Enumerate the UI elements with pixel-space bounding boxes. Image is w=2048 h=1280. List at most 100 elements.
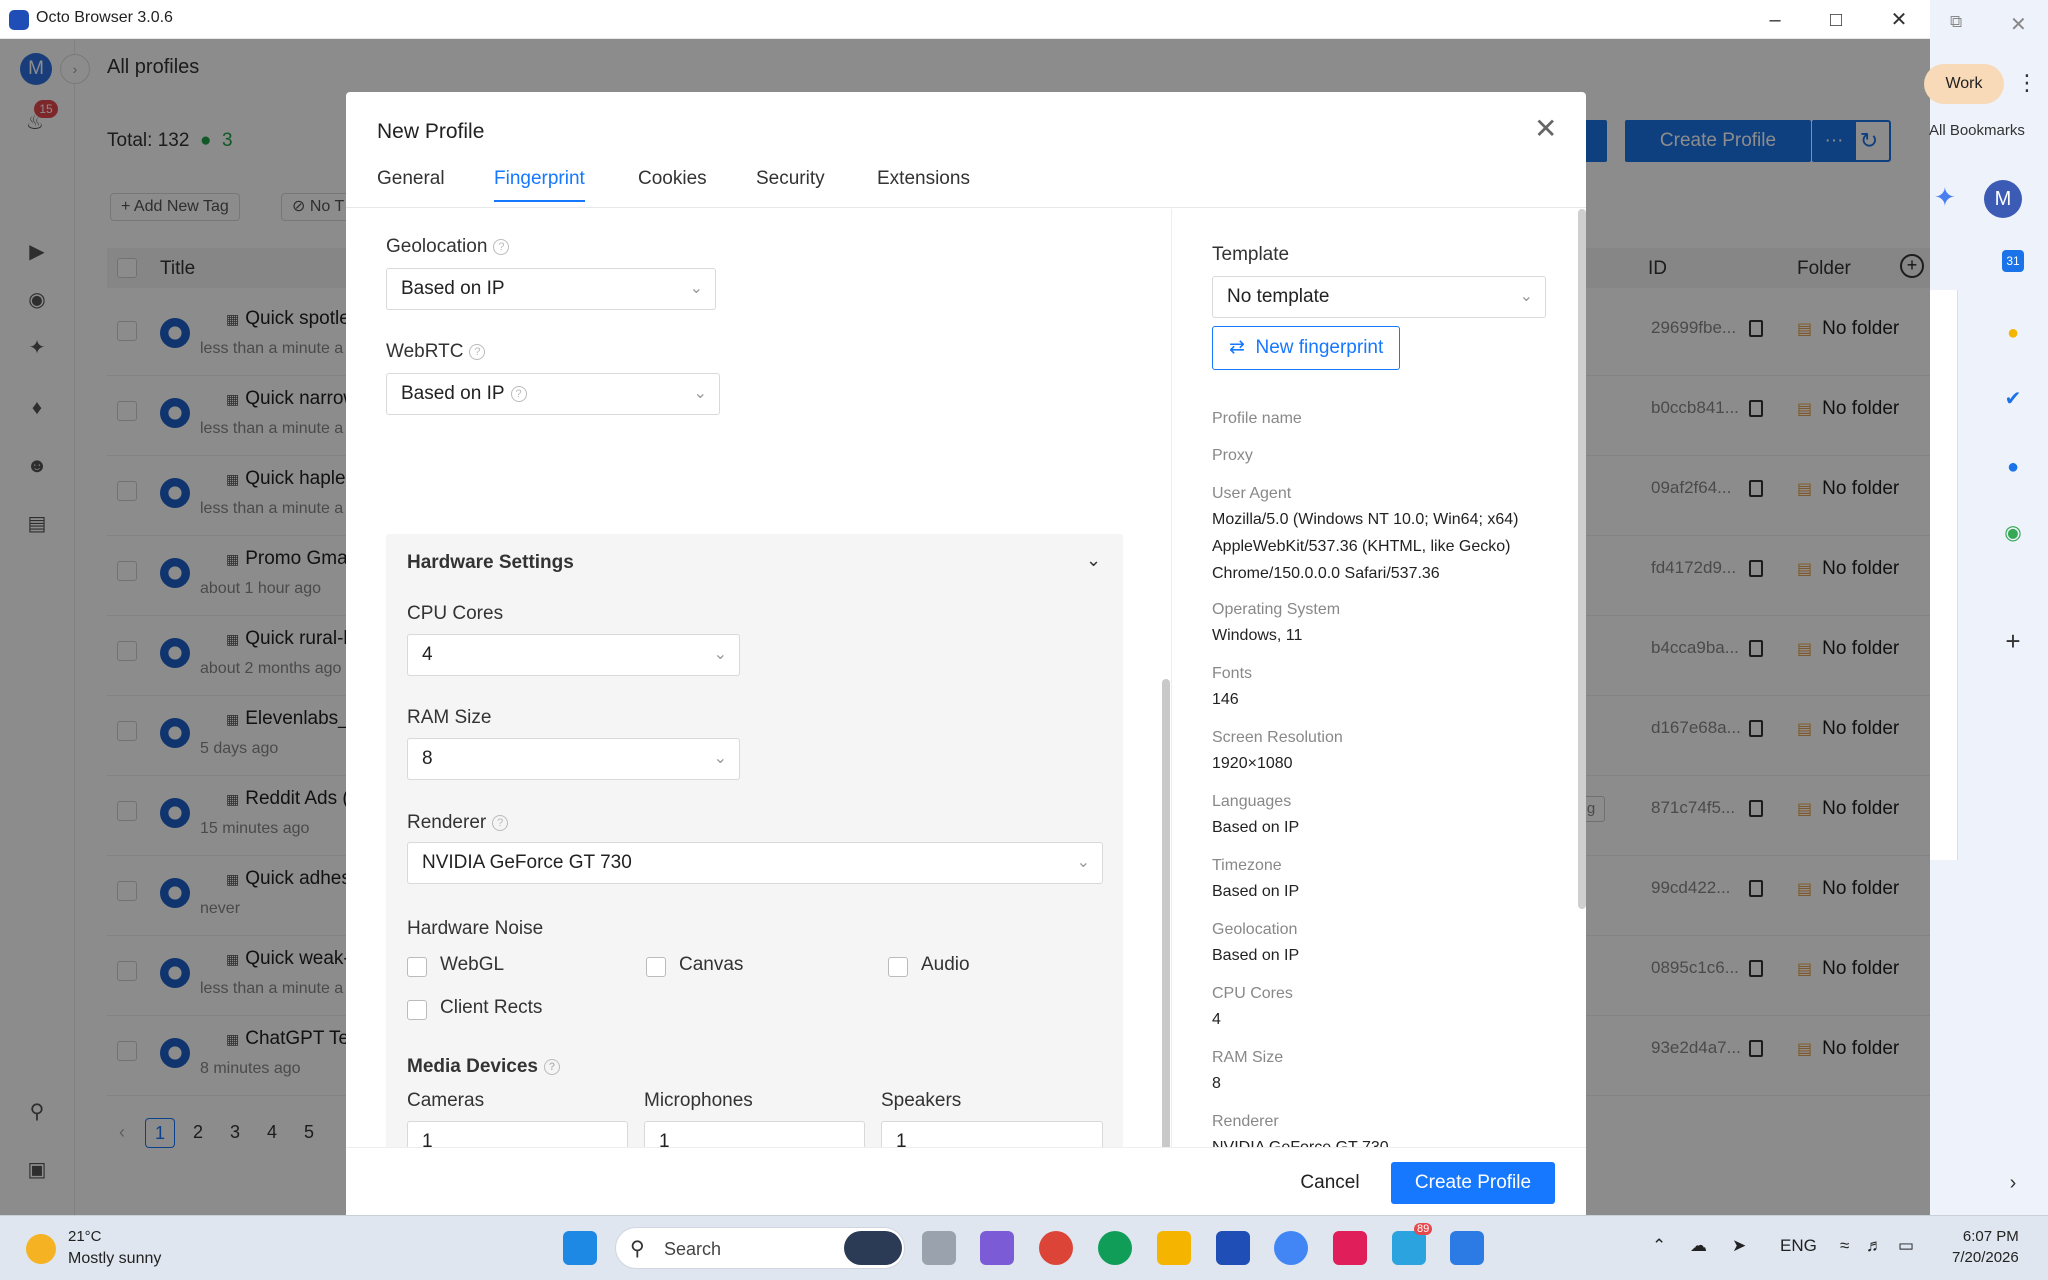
chevron-down-icon: ⌄ xyxy=(693,385,707,402)
summary-user-agent-line1: Mozilla/5.0 (Windows NT 10.0; Win64; x64… xyxy=(1212,511,1519,528)
renderer-label: Renderer? xyxy=(407,812,509,834)
tray-chevron-icon[interactable]: ⌃ xyxy=(1652,1236,1666,1256)
help-icon[interactable]: ? xyxy=(493,238,510,255)
clock-time: 6:07 PM xyxy=(1962,1228,2019,1245)
summary-lang-label: Languages xyxy=(1212,793,1292,810)
microphones-input[interactable]: 1 xyxy=(644,1121,865,1149)
search-placeholder: Search xyxy=(664,1239,722,1259)
summary-cpu-value: 4 xyxy=(1212,1011,1221,1028)
microphones-label: Microphones xyxy=(644,1090,753,1111)
volume-icon[interactable]: ♬ xyxy=(1866,1236,1883,1256)
taskbar-search[interactable]: ⚲ Search xyxy=(615,1227,905,1269)
chrome-h-icon[interactable] xyxy=(1274,1231,1308,1265)
summary-ram-label: RAM Size xyxy=(1212,1049,1284,1066)
create-profile-button[interactable]: Create Profile xyxy=(1391,1162,1555,1204)
tab-cookies[interactable]: Cookies xyxy=(638,168,707,200)
kebab-menu-icon[interactable]: ⋮ xyxy=(2016,70,2038,96)
cameras-input[interactable]: 1 xyxy=(407,1121,628,1149)
ram-label: RAM Size xyxy=(407,707,492,728)
summary-tz-label: Timezone xyxy=(1212,857,1282,874)
chevron-down-icon: ⌄ xyxy=(1519,288,1533,305)
m365-copilot-icon[interactable] xyxy=(980,1231,1014,1265)
all-bookmarks[interactable]: All Bookmarks xyxy=(1929,122,2025,139)
wifi-icon[interactable]: ≈ xyxy=(1840,1236,1849,1256)
chrome-profile-icon[interactable] xyxy=(1098,1231,1132,1265)
tasks-icon[interactable]: ✔ xyxy=(1998,384,2028,414)
webgl-checkbox[interactable] xyxy=(407,957,427,977)
new-fingerprint-button[interactable]: ⇄ New fingerprint xyxy=(1212,326,1401,370)
summary-fonts-label: Fonts xyxy=(1212,665,1253,682)
cancel-button[interactable]: Cancel xyxy=(1280,1162,1380,1204)
canvas-label: Canvas xyxy=(679,954,744,975)
windows-taskbar: 21°C Mostly sunny ⚲ Search 89 ⌃ ☁ ➤ ENG … xyxy=(0,1215,2048,1280)
template-select[interactable]: No template ⌄ xyxy=(1212,276,1546,318)
close-window-icon[interactable]: ✕ xyxy=(1869,6,1929,34)
summary-os-value: Windows, 11 xyxy=(1212,627,1303,644)
keep-bulb-icon[interactable]: ● xyxy=(1998,318,2028,348)
speakers-input[interactable]: 1 xyxy=(881,1121,1103,1149)
chevron-down-icon: ⌄ xyxy=(689,280,703,297)
contacts-icon[interactable]: ● xyxy=(1998,452,2028,482)
tab-general[interactable]: General xyxy=(377,168,445,200)
location-icon[interactable]: ➤ xyxy=(1732,1236,1746,1256)
webrtc-value: Based on IP xyxy=(401,383,505,404)
work-profile-chip[interactable]: Work xyxy=(1924,64,2004,104)
new-fingerprint-label: New fingerprint xyxy=(1255,337,1384,358)
close-modal-icon[interactable]: ✕ xyxy=(1534,112,1557,145)
audio-checkbox[interactable] xyxy=(888,957,908,977)
telegram-icon[interactable] xyxy=(1392,1231,1426,1265)
renderer-select[interactable]: NVIDIA GeForce GT 730 ⌄ xyxy=(407,842,1103,884)
tab-security[interactable]: Security xyxy=(756,168,825,200)
client-rects-checkbox[interactable] xyxy=(407,1000,427,1020)
surfshark-icon[interactable] xyxy=(1450,1231,1484,1265)
help-icon[interactable]: ? xyxy=(469,343,486,360)
ram-select[interactable]: 8 ⌄ xyxy=(407,738,740,780)
renderer-label-text: Renderer xyxy=(407,812,487,833)
ram-value: 8 xyxy=(422,748,433,769)
renderer-value: NVIDIA GeForce GT 730 xyxy=(422,852,632,873)
search-highlight-image xyxy=(844,1231,902,1265)
collapse-chevron-icon[interactable]: ⌄ xyxy=(1086,550,1101,571)
strip-close-icon[interactable]: ✕ xyxy=(2010,12,2027,37)
onedrive-icon[interactable]: ☁ xyxy=(1690,1236,1707,1256)
battery-icon[interactable]: ▭ xyxy=(1898,1236,1914,1256)
strip-chevron-right-icon[interactable]: › xyxy=(1998,1168,2028,1198)
webrtc-select[interactable]: Based on IP? ⌄ xyxy=(386,373,720,415)
restore-icon[interactable]: ⧉ xyxy=(1950,12,1962,32)
language-indicator[interactable]: ENG xyxy=(1780,1236,1817,1256)
maps-pin-icon[interactable]: ◉ xyxy=(1998,518,2028,548)
page-edge xyxy=(1930,290,1958,860)
gemini-star-icon[interactable]: ✦ xyxy=(1934,182,1956,213)
help-icon[interactable]: ? xyxy=(492,814,509,831)
chevron-down-icon: ⌄ xyxy=(713,646,727,663)
clock[interactable]: 6:07 PM 7/20/2026 xyxy=(1952,1226,2019,1268)
geolocation-select[interactable]: Based on IP ⌄ xyxy=(386,268,716,310)
octo-browser-taskbar-icon[interactable] xyxy=(1216,1231,1250,1265)
strip-profile-avatar[interactable]: M xyxy=(1984,180,2022,218)
file-explorer-icon[interactable] xyxy=(1157,1231,1191,1265)
minimize-icon[interactable]: – xyxy=(1745,6,1805,34)
task-view-icon[interactable] xyxy=(922,1231,956,1265)
help-icon[interactable]: ? xyxy=(543,1058,560,1075)
add-app-icon[interactable]: + xyxy=(1998,626,2028,656)
webgl-label: WebGL xyxy=(440,954,505,975)
summary-ram-value: 8 xyxy=(1212,1075,1221,1092)
calendar-icon[interactable]: 31 xyxy=(2002,250,2024,272)
help-icon[interactable]: ? xyxy=(510,385,527,402)
tab-fingerprint[interactable]: Fingerprint xyxy=(494,168,585,202)
cpu-select[interactable]: 4 ⌄ xyxy=(407,634,740,676)
cpu-label: CPU Cores xyxy=(407,603,504,624)
tab-extensions[interactable]: Extensions xyxy=(877,168,970,200)
hardware-settings-panel: Hardware Settings ⌄ CPU Cores 4 ⌄ RAM Siz… xyxy=(386,534,1123,1149)
maximize-icon[interactable]: □ xyxy=(1806,6,1866,34)
slack-icon[interactable] xyxy=(1333,1231,1367,1265)
media-devices-text: Media Devices xyxy=(407,1056,538,1077)
summary-os-label: Operating System xyxy=(1212,601,1341,618)
windows-start-icon[interactable] xyxy=(563,1231,597,1265)
summary-scrollbar[interactable] xyxy=(1578,209,1586,909)
clock-date: 7/20/2026 xyxy=(1952,1249,2019,1266)
summary-user-agent-line3: Chrome/150.0.0.0 Safari/537.36 xyxy=(1212,565,1440,582)
chrome-icon[interactable] xyxy=(1039,1231,1073,1265)
cameras-label: Cameras xyxy=(407,1090,485,1111)
canvas-checkbox[interactable] xyxy=(646,957,666,977)
